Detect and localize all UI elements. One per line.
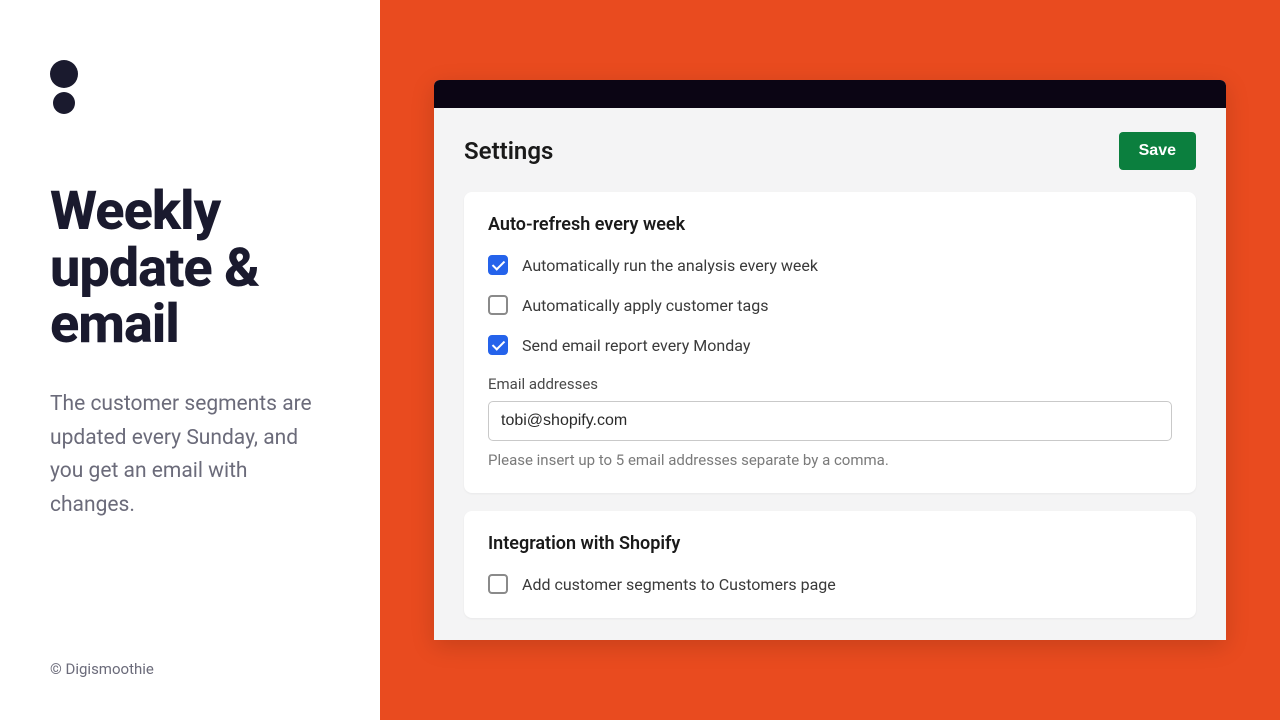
card-title: Integration with Shopify	[488, 533, 1172, 554]
brand-logo	[50, 60, 340, 114]
option-label: Send email report every Monday	[522, 336, 750, 355]
page-title: Settings	[464, 137, 553, 165]
email-helper-text: Please insert up to 5 email addresses se…	[488, 451, 1172, 469]
option-label: Add customer segments to Customers page	[522, 575, 836, 594]
checkbox-icon[interactable]	[488, 255, 508, 275]
option-add-segments[interactable]: Add customer segments to Customers page	[488, 574, 1172, 594]
checkbox-icon[interactable]	[488, 574, 508, 594]
copyright: © Digismoothie	[50, 660, 154, 678]
checkbox-icon[interactable]	[488, 335, 508, 355]
option-label: Automatically apply customer tags	[522, 296, 768, 315]
app-topbar	[434, 80, 1226, 108]
marketing-sidebar: Weekly update & email The customer segme…	[0, 0, 380, 720]
option-run-analysis[interactable]: Automatically run the analysis every wee…	[488, 255, 1172, 275]
app-preview-panel: Settings Save Auto-refresh every week Au…	[380, 0, 1280, 720]
app-body: Settings Save Auto-refresh every week Au…	[434, 108, 1226, 618]
option-apply-tags[interactable]: Automatically apply customer tags	[488, 295, 1172, 315]
option-send-email[interactable]: Send email report every Monday	[488, 335, 1172, 355]
email-addresses-label: Email addresses	[488, 375, 1172, 393]
card-title: Auto-refresh every week	[488, 214, 1172, 235]
app-window: Settings Save Auto-refresh every week Au…	[434, 80, 1226, 640]
logo-dot-icon	[53, 92, 75, 114]
card-auto-refresh: Auto-refresh every week Automatically ru…	[464, 192, 1196, 493]
email-addresses-input[interactable]	[488, 401, 1172, 441]
logo-dot-icon	[50, 60, 78, 88]
subheadline: The customer segments are updated every …	[50, 388, 320, 522]
headline: Weekly update & email	[50, 184, 340, 354]
app-header: Settings Save	[464, 132, 1196, 170]
option-label: Automatically run the analysis every wee…	[522, 256, 818, 275]
card-integration-shopify: Integration with Shopify Add customer se…	[464, 511, 1196, 618]
checkbox-icon[interactable]	[488, 295, 508, 315]
save-button[interactable]: Save	[1119, 132, 1196, 170]
